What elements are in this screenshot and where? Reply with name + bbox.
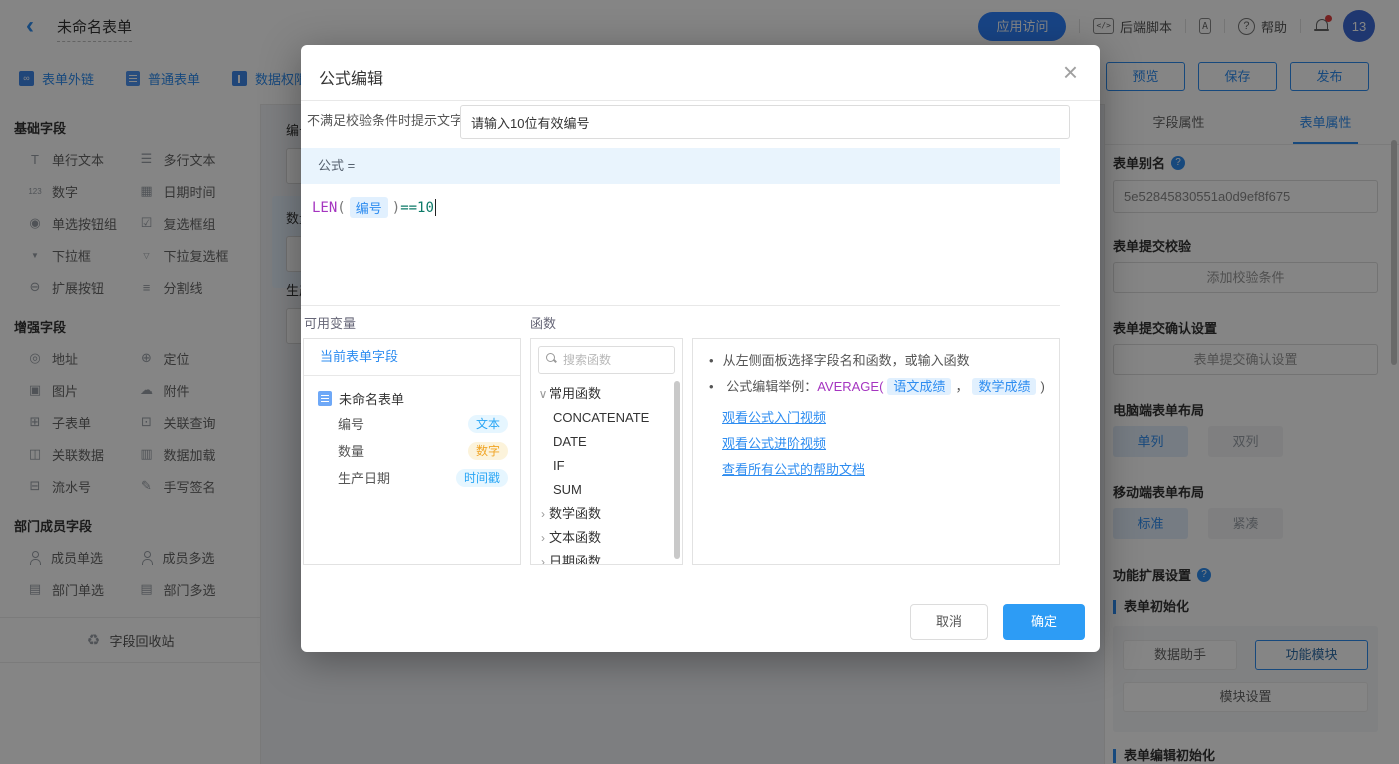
function-group-math[interactable]: ›数学函数 — [531, 502, 682, 526]
variables-panel-label: 可用变量 — [304, 313, 356, 332]
function-item-if[interactable]: IF — [531, 454, 682, 478]
confirm-button[interactable]: 确定 — [1003, 604, 1085, 640]
type-badge-number: 数字 — [468, 442, 508, 460]
example-field-chip: 语文成绩 — [887, 378, 951, 395]
search-icon — [546, 353, 555, 362]
function-search-box[interactable]: 搜索函数 — [538, 346, 675, 374]
formula-expression: LEN ( 编号 ) ==10 — [312, 197, 1060, 218]
example-separator: ， — [955, 379, 968, 394]
formula-function-token: LEN — [312, 200, 337, 216]
formula-comparison-token: ==10 — [400, 200, 434, 216]
example-function-token: AVERAGE( — [817, 379, 883, 394]
functions-panel-label: 函数 — [530, 313, 556, 332]
variables-panel: 当前表单字段 未命名表单 编号 文本 数量 数字 生产日期 时间戳 — [303, 338, 521, 565]
search-placeholder: 搜索函数 — [563, 347, 611, 373]
tab-current-form-fields[interactable]: 当前表单字段 — [320, 349, 398, 364]
formula-editor[interactable]: LEN ( 编号 ) ==10 — [301, 184, 1060, 306]
function-group-date[interactable]: ›日期函数 — [531, 550, 682, 565]
link-formula-docs[interactable]: 查看所有公式的帮助文档 — [722, 459, 865, 478]
formula-equals-label: 公式 = — [318, 158, 355, 173]
chevron-right-icon: › — [537, 502, 549, 526]
formula-help-panel: 从左侧面板选择字段名和函数，或输入函数 公式编辑举例：AVERAGE( 语文成绩 ，… — [692, 338, 1060, 565]
example-close-paren: ) — [1040, 379, 1044, 394]
variable-name: 数量 — [338, 441, 364, 460]
dialog-header-divider — [301, 100, 1100, 101]
function-item-date[interactable]: DATE — [531, 430, 682, 454]
help-tip-text: 从左侧面板选择字段名和函数，或输入函数 — [723, 353, 970, 368]
group-label: 数学函数 — [549, 502, 601, 526]
validation-message-label: 不满足校验条件时提示文字: — [307, 105, 467, 137]
function-group-common[interactable]: ∨常用函数 — [531, 382, 682, 406]
example-field-chip: 数学成绩 — [972, 378, 1036, 395]
form-tree-root[interactable]: 未命名表单 — [318, 386, 520, 410]
variable-name: 生产日期 — [338, 468, 390, 487]
dialog-title: 公式编辑 — [319, 65, 383, 89]
function-item-concatenate[interactable]: CONCATENATE — [531, 406, 682, 430]
functions-scrollbar[interactable] — [674, 381, 680, 559]
formula-edit-dialog: 公式编辑 × 不满足校验条件时提示文字: 公式 = LEN ( 编号 ) ==1… — [301, 45, 1100, 652]
chevron-right-icon: › — [537, 526, 549, 550]
form-doc-icon — [318, 391, 332, 406]
type-badge-text: 文本 — [468, 415, 508, 433]
variable-field-quantity[interactable]: 数量 数字 — [338, 437, 520, 464]
help-tip-1: 从左侧面板选择字段名和函数，或输入函数 — [709, 351, 1049, 371]
group-label: 日期函数 — [549, 550, 601, 565]
function-group-text[interactable]: ›文本函数 — [531, 526, 682, 550]
help-tip-2: 公式编辑举例：AVERAGE( 语文成绩 ， 数学成绩) — [709, 377, 1049, 397]
cancel-button[interactable]: 取消 — [910, 604, 988, 640]
link-intro-video[interactable]: 观看公式入门视频 — [722, 407, 826, 426]
functions-panel: 搜索函数 ∨常用函数 CONCATENATE DATE IF SUM ›数学函数… — [530, 338, 683, 565]
variable-field-production-date[interactable]: 生产日期 时间戳 — [338, 464, 520, 491]
formula-open-paren: ( — [337, 200, 345, 216]
chevron-down-icon: ∨ — [537, 382, 549, 406]
formula-header-bar: 公式 = — [301, 148, 1060, 184]
app-screen: ‹ 未命名表单 应用访问 </> 后端脚本 A ? 帮助 13 ∞ 表 — [0, 0, 1399, 764]
formula-close-paren: ) — [392, 200, 400, 216]
variables-tab-row: 当前表单字段 — [304, 339, 520, 376]
group-label: 常用函数 — [549, 382, 601, 406]
formula-field-chip[interactable]: 编号 — [350, 197, 388, 218]
function-item-sum[interactable]: SUM — [531, 478, 682, 502]
variable-field-number[interactable]: 编号 文本 — [338, 410, 520, 437]
group-label: 文本函数 — [549, 526, 601, 550]
validation-message-input[interactable] — [460, 105, 1070, 139]
variable-name: 编号 — [338, 414, 364, 433]
form-root-label: 未命名表单 — [339, 389, 404, 408]
link-advanced-video[interactable]: 观看公式进阶视频 — [722, 433, 826, 452]
chevron-right-icon: › — [537, 550, 549, 565]
close-icon[interactable]: × — [1063, 57, 1078, 87]
type-badge-timestamp: 时间戳 — [456, 469, 508, 487]
help-example-prefix: 公式编辑举例： — [726, 379, 817, 394]
text-cursor — [435, 199, 436, 216]
